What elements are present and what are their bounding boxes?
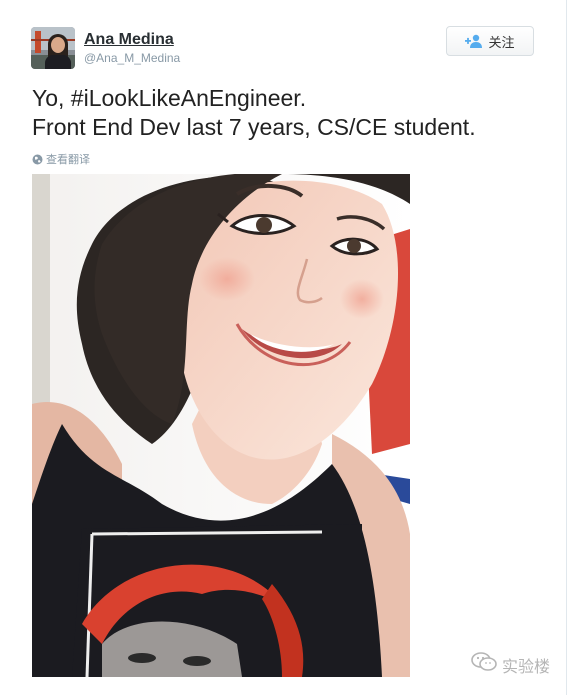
add-user-icon (465, 34, 483, 48)
globe-icon (32, 154, 43, 165)
tweet-line-2: Front End Dev last 7 years, CS/CE studen… (32, 114, 476, 140)
watermark-text: 实验楼 (501, 658, 550, 676)
follow-label: 关注 (488, 34, 515, 50)
user-name[interactable]: Ana Medina (84, 31, 174, 49)
follow-button[interactable]: 关注 (446, 26, 534, 56)
tweet-text: Yo, #iLookLikeAnEngineer. Front End Dev … (32, 84, 552, 142)
wechat-icon (471, 652, 497, 677)
avatar[interactable] (31, 27, 75, 69)
tweet-card: Ana Medina @Ana_M_Medina 关注 Yo, #iLookLi… (0, 0, 567, 695)
tweet-line-1: Yo, #iLookLikeAnEngineer. (32, 85, 307, 111)
watermark: 实验楼 (471, 652, 550, 677)
tweet-photo[interactable] (32, 174, 410, 677)
translate-label: 查看翻译 (46, 154, 90, 166)
translate-link[interactable]: 查看翻译 (32, 151, 90, 167)
user-handle: @Ana_M_Medina (84, 51, 181, 65)
